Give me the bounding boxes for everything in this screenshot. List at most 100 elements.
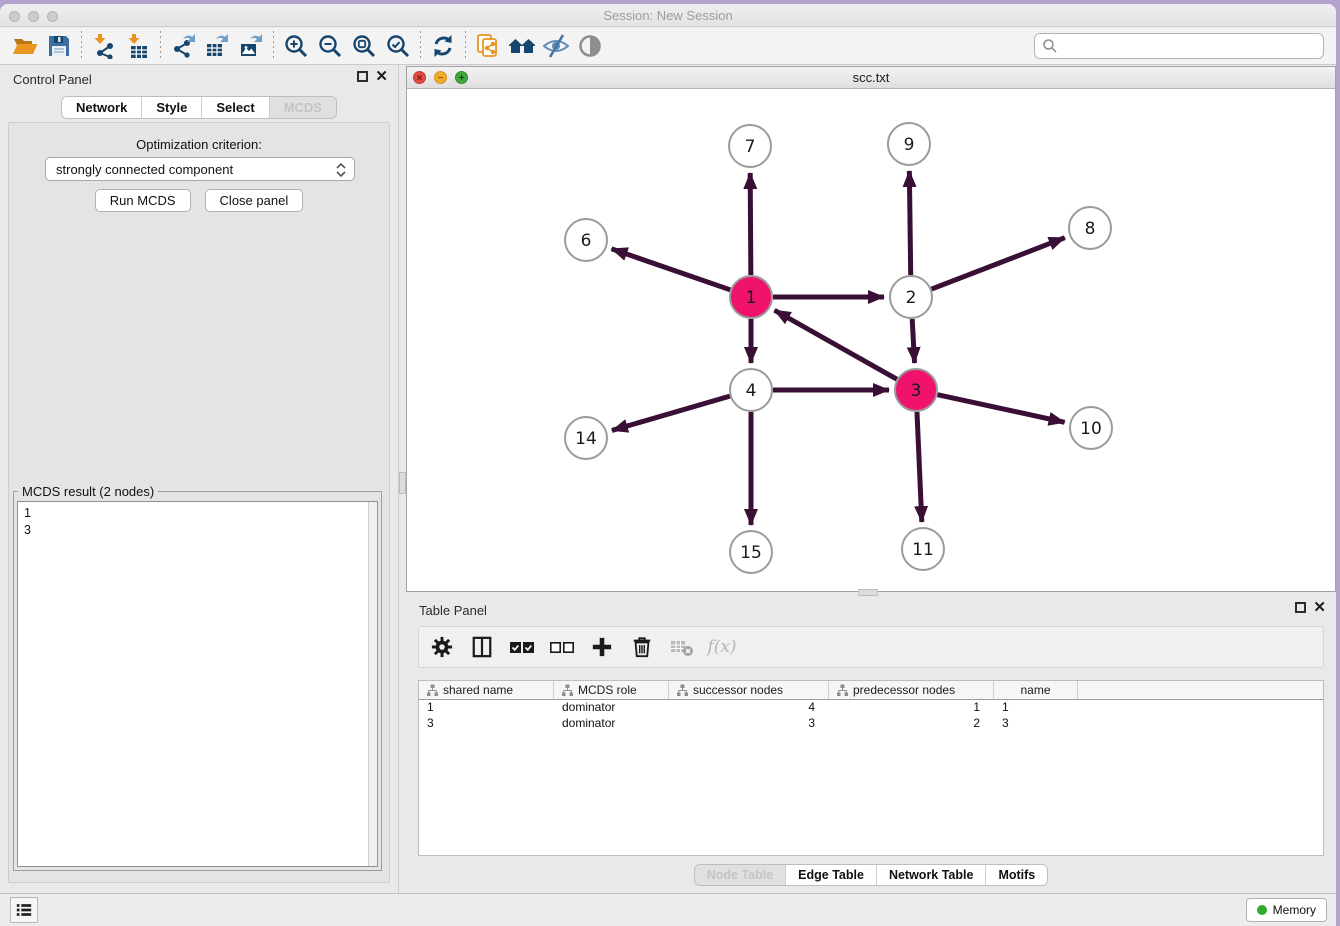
import-table-icon[interactable]	[121, 31, 155, 61]
search-input[interactable]	[1058, 36, 1323, 56]
optimization-criterion-select[interactable]: strongly connected component	[45, 157, 355, 181]
float-panel-icon[interactable]	[357, 71, 368, 82]
network-window-titlebar[interactable]: × − + scc.txt	[407, 67, 1335, 89]
tab-network[interactable]: Network	[62, 97, 142, 118]
graph-node-2[interactable]: 2	[890, 276, 932, 318]
delete-table-icon[interactable]	[669, 634, 695, 660]
column-header-predecessor-nodes[interactable]: predecessor nodes	[829, 681, 994, 699]
graph-edge-3-10[interactable]	[937, 395, 1064, 423]
graph-node-15[interactable]: 15	[730, 531, 772, 573]
table-panel: Table Panel ✕	[406, 596, 1336, 893]
deselect-all-icon[interactable]	[549, 634, 575, 660]
table-cell[interactable]: 4	[669, 700, 829, 716]
graph-node-3[interactable]: 3	[895, 369, 937, 411]
columns-icon[interactable]	[469, 634, 495, 660]
export-table-icon[interactable]	[200, 31, 234, 61]
graph-node-4[interactable]: 4	[730, 369, 772, 411]
split-handle-vertical[interactable]	[399, 472, 406, 494]
search-box[interactable]	[1034, 33, 1324, 59]
network-canvas[interactable]: 7 9 6 8 1 2 4 3 14 10 15 11	[407, 89, 1335, 591]
table-row[interactable]: 3dominator323	[419, 716, 1323, 732]
memory-label: Memory	[1273, 903, 1316, 917]
column-header-name[interactable]: name	[994, 681, 1078, 699]
result-scrollbar[interactable]	[368, 502, 377, 866]
table-cell[interactable]: 3	[994, 716, 1078, 732]
memory-button[interactable]: Memory	[1246, 898, 1327, 922]
trash-icon[interactable]	[629, 634, 655, 660]
select-all-icon[interactable]	[509, 634, 535, 660]
open-folder-icon[interactable]	[8, 31, 42, 61]
tab-mcds[interactable]: MCDS	[270, 97, 336, 118]
graph-edge-1-6[interactable]	[612, 249, 731, 290]
hide-icon[interactable]	[539, 31, 573, 61]
graph-edge-1-7[interactable]	[750, 173, 751, 275]
mcds-result-list[interactable]: 1 3	[17, 501, 378, 867]
tab-select[interactable]: Select	[202, 97, 269, 118]
tab-edge-table[interactable]: Edge Table	[786, 865, 877, 885]
network-title: scc.txt	[407, 70, 1335, 85]
graph-node-6[interactable]: 6	[565, 219, 607, 261]
tab-style[interactable]: Style	[142, 97, 202, 118]
zoom-fit-icon[interactable]	[347, 31, 381, 61]
hierarchy-icon	[427, 684, 438, 696]
mcds-result-line: 1	[24, 505, 377, 522]
graph-node-11[interactable]: 11	[902, 528, 944, 570]
split-handle-horizontal[interactable]	[858, 589, 878, 596]
home-network-icon[interactable]	[505, 31, 539, 61]
graph-edge-2-8[interactable]	[932, 238, 1065, 289]
duplicate-network-icon[interactable]	[471, 31, 505, 61]
table-row[interactable]: 1dominator411	[419, 700, 1323, 716]
table-tabs: Node Table Edge Table Network Table Moti…	[406, 864, 1336, 886]
graph-node-1[interactable]: 1	[730, 276, 772, 318]
table-cell[interactable]: 3	[669, 716, 829, 732]
table-cell[interactable]: 1	[994, 700, 1078, 716]
column-header-successor-nodes[interactable]: successor nodes	[669, 681, 829, 699]
export-network-icon[interactable]	[166, 31, 200, 61]
graph-node-7[interactable]: 7	[729, 125, 771, 167]
task-history-button[interactable]	[10, 897, 38, 923]
import-network-icon[interactable]	[87, 31, 121, 61]
graph-node-9[interactable]: 9	[888, 123, 930, 165]
tab-motifs[interactable]: Motifs	[986, 865, 1047, 885]
graph-edge-2-3[interactable]	[912, 319, 914, 363]
table-cell[interactable]: 3	[419, 716, 554, 732]
svg-text:10: 10	[1080, 419, 1102, 439]
close-panel-button[interactable]: Close panel	[205, 189, 304, 212]
save-icon[interactable]	[42, 31, 76, 61]
table-cell[interactable]: 1	[419, 700, 554, 716]
control-panel: Control Panel ✕ Network Style Select MCD…	[0, 65, 399, 893]
graph-edge-2-9[interactable]	[909, 171, 910, 275]
column-header-MCDS-role[interactable]: MCDS role	[554, 681, 669, 699]
export-image-icon[interactable]	[234, 31, 268, 61]
zoom-out-icon[interactable]	[313, 31, 347, 61]
run-mcds-button[interactable]: Run MCDS	[95, 189, 191, 212]
column-header-shared-name[interactable]: shared name	[419, 681, 554, 699]
svg-text:9: 9	[904, 135, 915, 155]
graph-node-8[interactable]: 8	[1069, 207, 1111, 249]
zoom-in-icon[interactable]	[279, 31, 313, 61]
show-icon[interactable]	[573, 31, 607, 61]
close-panel-icon[interactable]: ✕	[375, 71, 388, 82]
function-icon[interactable]: f(x)	[709, 634, 735, 660]
graph-edge-3-1[interactable]	[775, 310, 897, 379]
tab-node-table[interactable]: Node Table	[695, 865, 786, 885]
close-panel-icon[interactable]: ✕	[1313, 602, 1326, 613]
control-panel-header: Control Panel ✕	[0, 65, 398, 93]
zoom-selected-icon[interactable]	[381, 31, 415, 61]
table-cell[interactable]: dominator	[554, 716, 669, 732]
tab-network-table[interactable]: Network Table	[877, 865, 987, 885]
gear-icon[interactable]	[429, 634, 455, 660]
svg-text:4: 4	[746, 381, 757, 401]
float-panel-icon[interactable]	[1295, 602, 1306, 613]
table-body: 1dominator4113dominator323	[419, 700, 1323, 732]
graph-node-10[interactable]: 10	[1070, 407, 1112, 449]
table-cell[interactable]: 1	[829, 700, 994, 716]
table-cell[interactable]: dominator	[554, 700, 669, 716]
chevron-up-down-icon	[335, 162, 347, 178]
graph-node-14[interactable]: 14	[565, 417, 607, 459]
graph-edge-4-14[interactable]	[612, 396, 730, 430]
graph-edge-3-11[interactable]	[917, 412, 922, 522]
table-cell[interactable]: 2	[829, 716, 994, 732]
refresh-icon[interactable]	[426, 31, 460, 61]
add-icon[interactable]	[589, 634, 615, 660]
